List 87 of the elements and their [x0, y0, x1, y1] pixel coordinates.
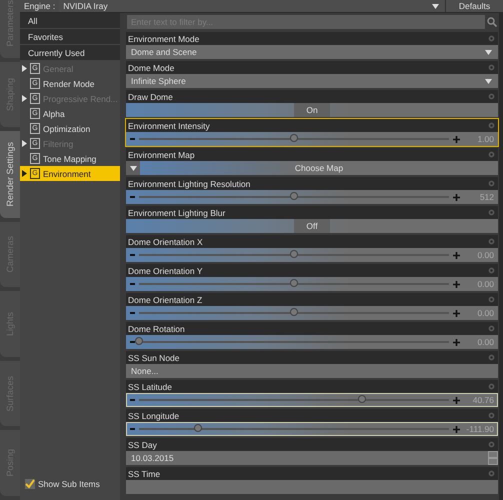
slider-value[interactable]: 1.00 — [464, 134, 494, 144]
filter-item[interactable]: Currently Used — [20, 45, 120, 61]
property-label: SS Day — [128, 440, 157, 450]
slider-thumb[interactable] — [135, 337, 143, 345]
gear-icon[interactable] — [488, 151, 495, 158]
slider-value[interactable]: 40.76 — [464, 395, 494, 405]
gear-icon[interactable] — [488, 238, 495, 245]
gear-icon[interactable] — [488, 64, 495, 71]
minus-icon[interactable] — [130, 399, 135, 401]
property-label: Environment Lighting Resolution — [128, 178, 250, 188]
show-sub-items-label: Show Sub Items — [38, 479, 100, 489]
gear-icon[interactable] — [488, 470, 495, 477]
text-field[interactable] — [126, 480, 498, 494]
gear-icon[interactable] — [488, 35, 495, 42]
caret-icon — [485, 78, 492, 84]
gear-icon[interactable] — [488, 209, 495, 216]
slider-value[interactable]: 0.00 — [464, 250, 494, 260]
slider-thumb[interactable] — [290, 192, 298, 200]
minus-icon[interactable] — [130, 283, 135, 285]
property-label: Dome Orientation Z — [128, 294, 202, 304]
dropdown[interactable]: Dome and Scene — [126, 45, 498, 59]
plus-icon[interactable] — [453, 136, 460, 142]
property-label: Environment Lighting Blur — [128, 208, 226, 218]
slider-value[interactable]: 0.00 — [464, 308, 494, 318]
choose-map-button[interactable]: Choose Map — [140, 161, 498, 175]
property-label: Draw Dome — [128, 92, 173, 102]
slider-thumb[interactable] — [290, 134, 298, 142]
property-label: Environment Intensity — [128, 120, 210, 130]
gear-icon[interactable] — [488, 267, 495, 274]
gear-icon[interactable] — [488, 441, 495, 448]
gear-icon[interactable] — [488, 354, 495, 361]
filter-item[interactable]: All — [20, 13, 120, 29]
slider-thumb[interactable] — [358, 395, 366, 403]
slider-thumb[interactable] — [290, 308, 298, 316]
text-field[interactable]: None... — [126, 364, 498, 378]
property-label: Dome Orientation X — [128, 236, 203, 246]
slider-thumb[interactable] — [290, 250, 298, 258]
slider-value[interactable]: 0.00 — [464, 279, 494, 289]
plus-icon[interactable] — [453, 396, 460, 404]
property-label: SS Longitude — [128, 410, 180, 420]
minus-icon[interactable] — [130, 196, 135, 198]
plus-icon[interactable] — [453, 194, 460, 200]
property-label: Dome Mode — [128, 62, 174, 72]
slider-value[interactable]: 0.00 — [464, 337, 494, 347]
filter-item[interactable]: Favorites — [20, 29, 120, 45]
gear-icon[interactable] — [488, 412, 495, 419]
property-label: Dome Orientation Y — [128, 266, 202, 276]
minus-icon[interactable] — [130, 428, 135, 430]
gear-icon[interactable] — [488, 325, 495, 332]
minus-icon[interactable] — [130, 312, 135, 314]
gear-icon[interactable] — [488, 122, 495, 129]
plus-icon[interactable] — [453, 280, 460, 288]
gear-icon[interactable] — [488, 93, 495, 100]
property-label: SS Time — [128, 468, 160, 478]
caret-icon — [432, 4, 439, 8]
toggle-button[interactable]: Off — [294, 219, 330, 233]
toggle-button[interactable]: On — [294, 103, 330, 117]
gear-icon[interactable] — [488, 296, 495, 303]
plus-icon[interactable] — [453, 252, 460, 258]
spinner-buttons[interactable] — [488, 451, 498, 465]
search-icon[interactable] — [487, 17, 497, 27]
plus-icon[interactable] — [453, 338, 460, 346]
gear-icon[interactable] — [488, 180, 495, 187]
caret-icon — [130, 166, 136, 170]
plus-icon[interactable] — [453, 426, 460, 432]
side-tab[interactable]: Render Settings — [0, 131, 20, 218]
property-label: SS Latitude — [128, 382, 172, 392]
slider-value[interactable]: 512 — [464, 192, 494, 202]
minus-icon[interactable] — [130, 341, 135, 343]
property-label: Environment Map — [128, 150, 195, 160]
property-label: SS Sun Node — [128, 352, 180, 362]
gear-icon[interactable] — [488, 383, 495, 390]
caret-icon — [485, 50, 492, 54]
slider-value[interactable]: -111.90 — [464, 424, 494, 434]
property-label: Dome Rotation — [128, 324, 185, 334]
map-menu-button[interactable] — [126, 161, 140, 175]
dropdown[interactable]: Infinite Sphere — [126, 74, 498, 88]
slider-thumb[interactable] — [290, 279, 298, 287]
checkbox[interactable] — [25, 479, 35, 489]
slider-thumb[interactable] — [194, 424, 202, 432]
engine-label: Engine : — [23, 1, 56, 11]
plus-icon[interactable] — [453, 310, 460, 316]
date-field[interactable]: 10.03.2015 — [131, 453, 174, 463]
minus-icon[interactable] — [130, 138, 135, 140]
minus-icon[interactable] — [130, 254, 135, 256]
property-label: Environment Mode — [128, 34, 200, 44]
expand-arrow-icon[interactable] — [22, 170, 27, 177]
